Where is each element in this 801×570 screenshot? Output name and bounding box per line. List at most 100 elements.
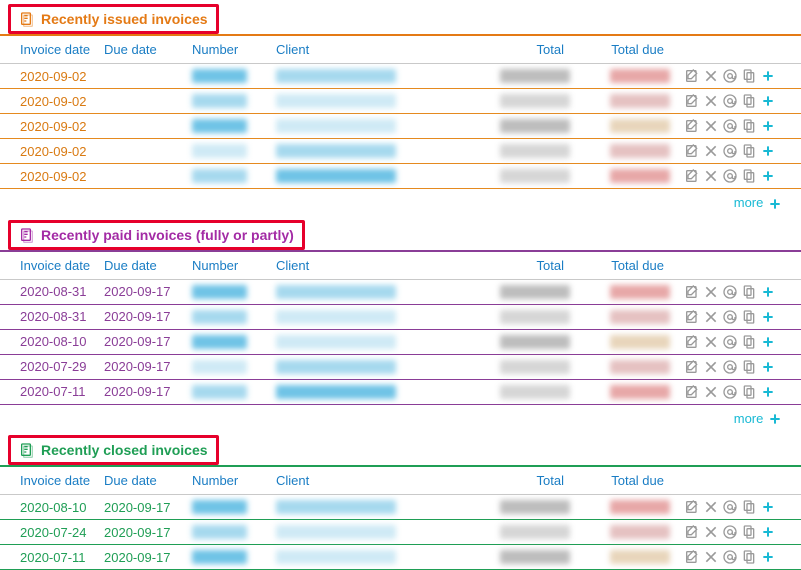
delete-icon[interactable]	[703, 549, 719, 565]
delete-icon[interactable]	[703, 93, 719, 109]
col-client[interactable]: Client	[272, 36, 436, 64]
col-number[interactable]: Number	[188, 252, 272, 280]
email-icon[interactable]	[722, 118, 738, 134]
duplicate-icon[interactable]	[741, 499, 757, 515]
edit-icon[interactable]	[684, 549, 700, 565]
col-invoice-date[interactable]: Invoice date	[0, 252, 100, 280]
delete-icon[interactable]	[703, 309, 719, 325]
col-total[interactable]: Total	[436, 252, 574, 280]
col-total-due[interactable]: Total due	[574, 252, 674, 280]
edit-icon[interactable]	[684, 68, 700, 84]
table-row[interactable]: 2020-07-112020-09-17	[0, 379, 801, 404]
plus-icon[interactable]	[760, 334, 776, 350]
plus-icon[interactable]	[760, 359, 776, 375]
delete-icon[interactable]	[703, 499, 719, 515]
email-icon[interactable]	[722, 68, 738, 84]
edit-icon[interactable]	[684, 284, 700, 300]
delete-icon[interactable]	[703, 143, 719, 159]
email-icon[interactable]	[722, 334, 738, 350]
email-icon[interactable]	[722, 143, 738, 159]
email-icon[interactable]	[722, 359, 738, 375]
email-icon[interactable]	[722, 384, 738, 400]
duplicate-icon[interactable]	[741, 68, 757, 84]
delete-icon[interactable]	[703, 168, 719, 184]
table-row[interactable]: 2020-08-102020-09-17	[0, 495, 801, 520]
duplicate-icon[interactable]	[741, 549, 757, 565]
table-row[interactable]: 2020-08-312020-09-17	[0, 279, 801, 304]
plus-icon[interactable]	[760, 68, 776, 84]
duplicate-icon[interactable]	[741, 384, 757, 400]
plus-icon[interactable]	[760, 524, 776, 540]
col-invoice-date[interactable]: Invoice date	[0, 36, 100, 64]
table-row[interactable]: 2020-09-02	[0, 114, 801, 139]
col-invoice-date[interactable]: Invoice date	[0, 467, 100, 495]
delete-icon[interactable]	[703, 359, 719, 375]
email-icon[interactable]	[722, 284, 738, 300]
delete-icon[interactable]	[703, 524, 719, 540]
table-header-row: Invoice date Due date Number Client Tota…	[0, 467, 801, 495]
plus-icon[interactable]	[760, 284, 776, 300]
table-row[interactable]: 2020-07-242020-09-17	[0, 520, 801, 545]
plus-icon[interactable]	[760, 143, 776, 159]
edit-icon[interactable]	[684, 118, 700, 134]
duplicate-icon[interactable]	[741, 118, 757, 134]
edit-icon[interactable]	[684, 143, 700, 159]
table-row[interactable]: 2020-09-02	[0, 164, 801, 189]
edit-icon[interactable]	[684, 359, 700, 375]
col-client[interactable]: Client	[272, 252, 436, 280]
cell-number	[188, 354, 272, 379]
col-due-date[interactable]: Due date	[100, 252, 188, 280]
duplicate-icon[interactable]	[741, 309, 757, 325]
table-row[interactable]: 2020-09-02	[0, 139, 801, 164]
table-row[interactable]: 2020-08-102020-09-17	[0, 329, 801, 354]
table-row[interactable]: 2020-07-112020-09-17	[0, 545, 801, 570]
email-icon[interactable]	[722, 93, 738, 109]
edit-icon[interactable]	[684, 309, 700, 325]
table-row[interactable]: 2020-09-02	[0, 64, 801, 89]
plus-icon[interactable]	[760, 549, 776, 565]
plus-icon[interactable]	[760, 93, 776, 109]
duplicate-icon[interactable]	[741, 168, 757, 184]
email-icon[interactable]	[722, 168, 738, 184]
col-due-date[interactable]: Due date	[100, 467, 188, 495]
col-due-date[interactable]: Due date	[100, 36, 188, 64]
table-row[interactable]: 2020-08-312020-09-17	[0, 304, 801, 329]
plus-icon[interactable]	[760, 499, 776, 515]
plus-icon[interactable]	[760, 168, 776, 184]
plus-icon[interactable]	[760, 384, 776, 400]
duplicate-icon[interactable]	[741, 359, 757, 375]
delete-icon[interactable]	[703, 68, 719, 84]
email-icon[interactable]	[722, 499, 738, 515]
issued-more-link[interactable]: more	[734, 195, 783, 210]
plus-icon[interactable]	[760, 309, 776, 325]
col-number[interactable]: Number	[188, 36, 272, 64]
delete-icon[interactable]	[703, 334, 719, 350]
email-icon[interactable]	[722, 309, 738, 325]
col-total-due[interactable]: Total due	[574, 467, 674, 495]
delete-icon[interactable]	[703, 384, 719, 400]
edit-icon[interactable]	[684, 499, 700, 515]
email-icon[interactable]	[722, 549, 738, 565]
col-total[interactable]: Total	[436, 36, 574, 64]
edit-icon[interactable]	[684, 334, 700, 350]
duplicate-icon[interactable]	[741, 334, 757, 350]
duplicate-icon[interactable]	[741, 143, 757, 159]
col-client[interactable]: Client	[272, 467, 436, 495]
edit-icon[interactable]	[684, 168, 700, 184]
email-icon[interactable]	[722, 524, 738, 540]
col-total[interactable]: Total	[436, 467, 574, 495]
paid-more-link[interactable]: more	[734, 411, 783, 426]
edit-icon[interactable]	[684, 93, 700, 109]
plus-icon[interactable]	[760, 118, 776, 134]
delete-icon[interactable]	[703, 118, 719, 134]
duplicate-icon[interactable]	[741, 524, 757, 540]
delete-icon[interactable]	[703, 284, 719, 300]
edit-icon[interactable]	[684, 524, 700, 540]
col-number[interactable]: Number	[188, 467, 272, 495]
table-row[interactable]: 2020-07-292020-09-17	[0, 354, 801, 379]
duplicate-icon[interactable]	[741, 93, 757, 109]
duplicate-icon[interactable]	[741, 284, 757, 300]
table-row[interactable]: 2020-09-02	[0, 89, 801, 114]
edit-icon[interactable]	[684, 384, 700, 400]
col-total-due[interactable]: Total due	[574, 36, 674, 64]
